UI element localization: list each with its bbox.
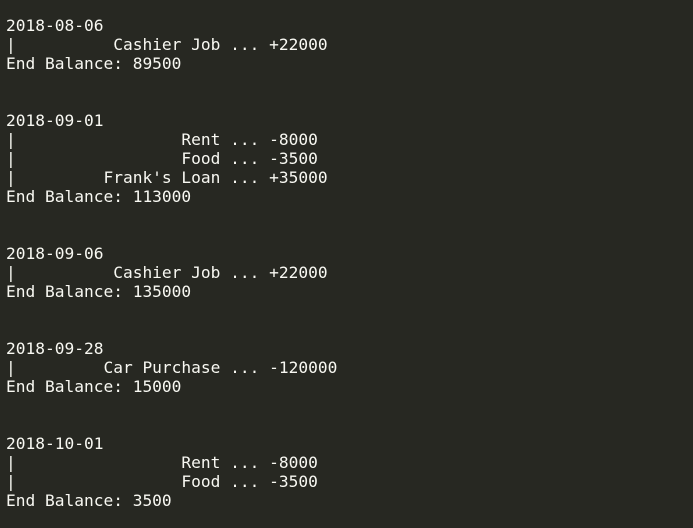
- transaction-line: | Frank's Loan ... +35000: [6, 168, 328, 187]
- end-balance-line: End Balance: 113000: [6, 187, 192, 206]
- terminal-output[interactable]: 2018-08-06 | Cashier Job ... +22000 End …: [0, 0, 693, 528]
- transaction-line: | Cashier Job ... +22000: [6, 35, 328, 54]
- end-balance-line: End Balance: 15000: [6, 377, 182, 396]
- date-line: 2018-09-28: [6, 339, 104, 358]
- end-balance-line: End Balance: 135000: [6, 282, 192, 301]
- transaction-line: | Rent ... -8000: [6, 453, 318, 472]
- date-line: 2018-08-06: [6, 16, 104, 35]
- transaction-line: | Food ... -3500: [6, 472, 318, 491]
- transaction-line: | Cashier Job ... +22000: [6, 263, 328, 282]
- transaction-line: | Food ... -3500: [6, 149, 318, 168]
- date-line: 2018-10-01: [6, 434, 104, 453]
- date-line: 2018-09-06: [6, 244, 104, 263]
- transaction-line: | Rent ... -8000: [6, 130, 318, 149]
- end-balance-line: End Balance: 3500: [6, 491, 172, 510]
- end-balance-line: End Balance: 89500: [6, 54, 182, 73]
- date-line: 2018-09-01: [6, 111, 104, 130]
- transaction-line: | Car Purchase ... -120000: [6, 358, 338, 377]
